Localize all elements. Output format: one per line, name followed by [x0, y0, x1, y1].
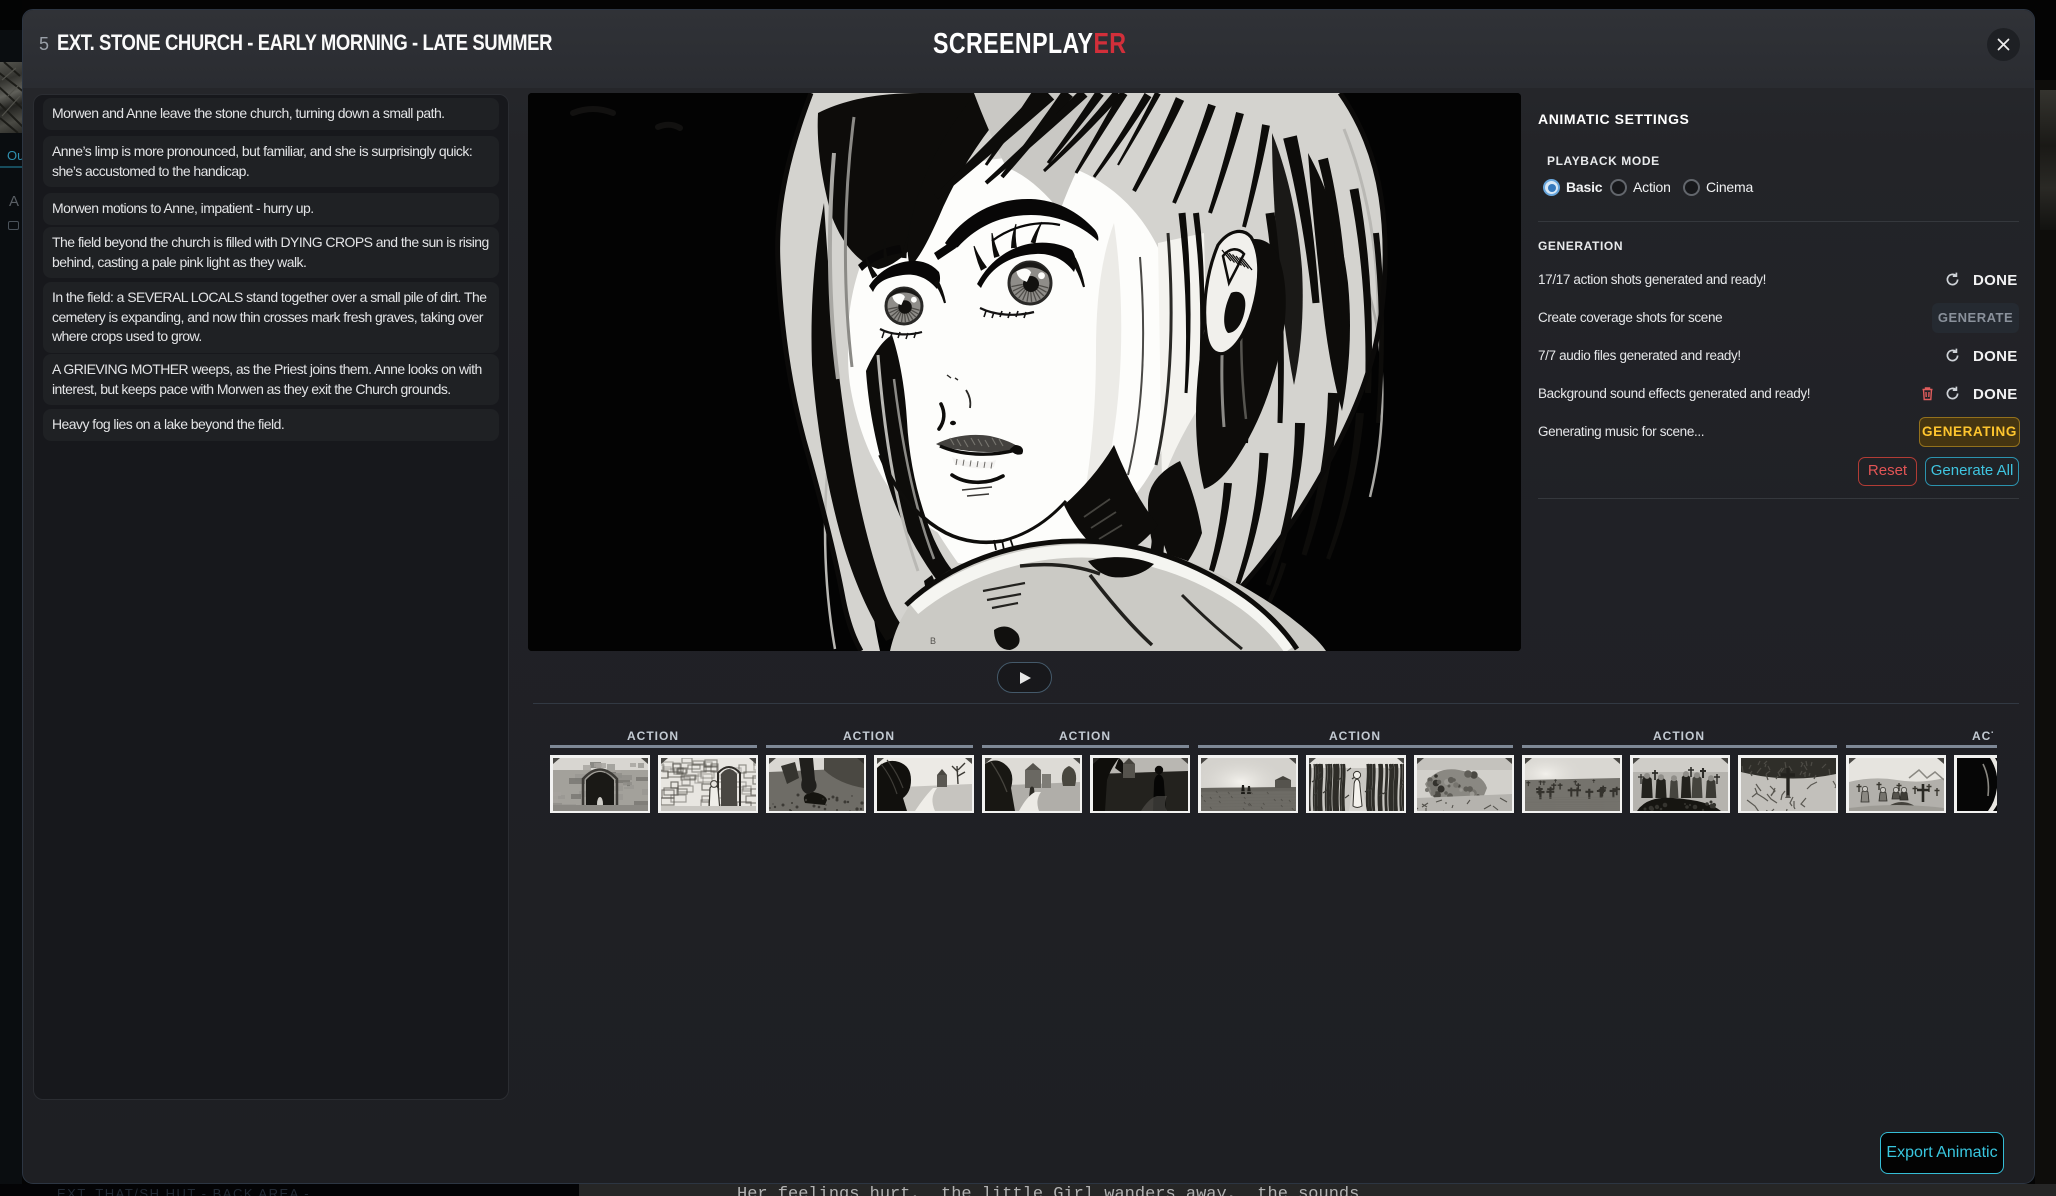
svg-text:B: B [930, 636, 936, 646]
